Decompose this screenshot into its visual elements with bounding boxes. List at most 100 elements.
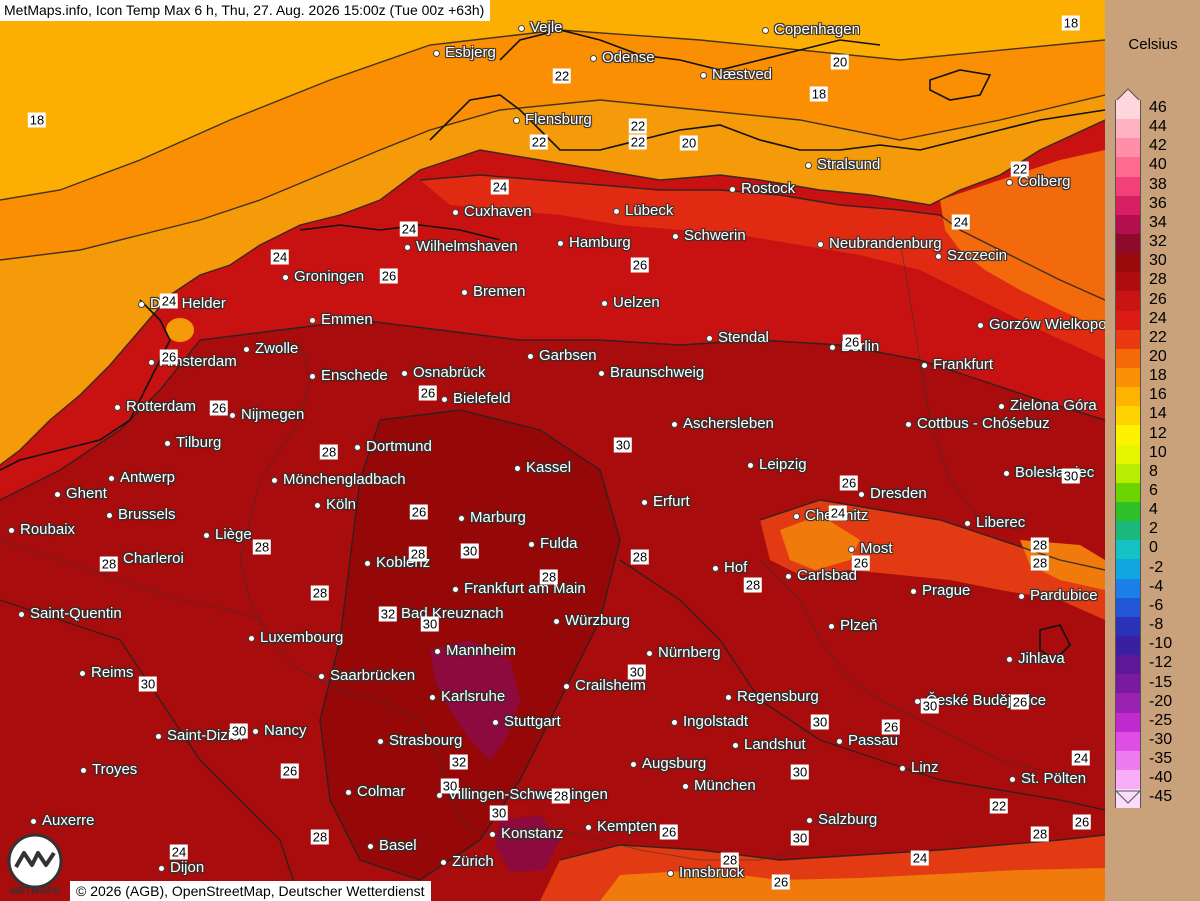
temperature-label: 28	[743, 577, 763, 593]
city-name: Szczecin	[947, 247, 1008, 264]
city-marker	[314, 501, 321, 509]
city-marker	[672, 232, 679, 240]
legend-color-step	[1115, 214, 1141, 234]
city-marker	[1009, 775, 1016, 783]
temperature-label: 30	[790, 764, 810, 780]
city-name: Braunschweig	[610, 364, 705, 381]
map-credit: © 2026 (AGB), OpenStreetMap, Deutscher W…	[70, 881, 431, 901]
city-name: Luxembourg	[260, 629, 344, 646]
temperature-label: 28	[539, 569, 559, 585]
legend-tick-label: 42	[1149, 137, 1167, 155]
city-name: Jihlava	[1018, 650, 1065, 667]
city-name: Zielona Góra	[1010, 397, 1097, 414]
city-l-beck: Lübeck	[613, 202, 673, 219]
temperature-label: 24	[270, 249, 290, 265]
city-name: Næstved	[712, 66, 773, 83]
legend-color-step	[1115, 444, 1141, 464]
city-name: Plzeň	[840, 617, 878, 634]
city-hof: Hof	[712, 559, 747, 576]
city-name: Dresden	[870, 485, 927, 502]
city-marker	[271, 476, 278, 484]
city-kassel: Kassel	[514, 459, 571, 476]
temperature-label: 20	[830, 54, 850, 70]
city-marker	[671, 718, 678, 726]
city-marker	[527, 352, 534, 360]
temperature-label: 26	[851, 555, 871, 571]
city-m-nchengladbach: Mönchengladbach	[271, 471, 406, 488]
temperature-label: 20	[679, 135, 699, 151]
city-jihlava: Jihlava	[1006, 650, 1065, 667]
city-frankfurt: Frankfurt	[921, 356, 993, 373]
legend-color-step	[1115, 769, 1141, 790]
city-name: Ghent	[66, 485, 107, 502]
city-marker	[601, 299, 608, 307]
city-name: Carlsbad	[797, 567, 858, 584]
city-gorz-w-wielkopolski: Gorzów Wielkopolski	[977, 316, 1105, 333]
city-w-rzburg: Würzburg	[553, 612, 630, 629]
city-name: Kempten	[597, 818, 658, 835]
city-dijon: Dijon	[158, 859, 204, 876]
city-marker	[440, 858, 447, 866]
city-marker	[441, 395, 448, 403]
legend-tick-label: -8	[1149, 616, 1164, 634]
city-marker	[461, 288, 468, 296]
legend-tick-label: -20	[1149, 692, 1173, 710]
city-marker	[229, 411, 236, 419]
city-marker	[998, 402, 1005, 410]
city-name: Lübeck	[625, 202, 674, 219]
city-marker	[641, 498, 648, 506]
city-marker	[646, 649, 653, 657]
city-marker	[598, 369, 605, 377]
temperature-label: 28	[1030, 826, 1050, 842]
temperature-label: 26	[771, 874, 791, 890]
city-marker	[452, 208, 459, 216]
city-marker	[114, 403, 121, 411]
city-braunschweig: Braunschweig	[598, 364, 704, 381]
city-name: Rostock	[741, 180, 796, 197]
city-name: St. Pölten	[1021, 770, 1087, 787]
city-flensburg: Flensburg	[513, 111, 592, 128]
city-name: Charleroi	[123, 550, 184, 567]
city-schwerin: Schwerin	[672, 227, 746, 244]
legend-tick-label: 34	[1149, 213, 1167, 231]
city-name: Hamburg	[569, 234, 631, 251]
city-name: Augsburg	[642, 755, 707, 772]
temperature-label: 22	[529, 134, 549, 150]
legend-tick-label: 30	[1149, 252, 1167, 270]
city-marker	[528, 540, 535, 548]
city-name: Regensburg	[737, 688, 819, 705]
city-k-ln: Köln	[314, 496, 356, 513]
city-name: Zürich	[452, 853, 494, 870]
legend-color-step	[1115, 616, 1141, 636]
temperature-label: 26	[159, 349, 179, 365]
temperature-label: 30	[1061, 468, 1081, 484]
city-name: Bad Kreuznach	[401, 605, 504, 622]
metmaps-logo: METMAPS	[2, 831, 68, 897]
city-marker	[836, 737, 843, 745]
legend-tick-label: 12	[1149, 424, 1167, 442]
city-name: Strasbourg	[389, 732, 463, 749]
legend-color-step	[1115, 597, 1141, 617]
city-name: Osnabrück	[413, 364, 486, 381]
city-saint-quentin: Saint-Quentin	[18, 605, 122, 622]
city-name: Köln	[326, 496, 357, 513]
city-n-stved: Næstved	[700, 66, 772, 83]
city-name: Bielefeld	[453, 390, 511, 407]
city-marker	[706, 334, 713, 342]
city-marker	[458, 514, 465, 522]
city-li-ge: Liège	[203, 526, 252, 543]
city-name: Saarbrücken	[330, 667, 416, 684]
city-marker	[828, 622, 835, 630]
temperature-label: 26	[839, 475, 859, 491]
temperature-label: 26	[209, 400, 229, 416]
temperature-label: 26	[659, 824, 679, 840]
legend-color-step	[1115, 750, 1141, 770]
legend-color-step	[1115, 138, 1141, 158]
city-marker	[590, 54, 597, 62]
city-name: Flensburg	[525, 111, 592, 128]
city-marker	[762, 26, 769, 34]
temperature-label: 32	[449, 754, 469, 770]
legend-color-bar	[1115, 100, 1141, 809]
temperature-map[interactable]: MetMaps.info, Icon Temp Max 6 h, Thu, 27…	[0, 0, 1105, 901]
city-passau: Passau	[836, 732, 898, 749]
